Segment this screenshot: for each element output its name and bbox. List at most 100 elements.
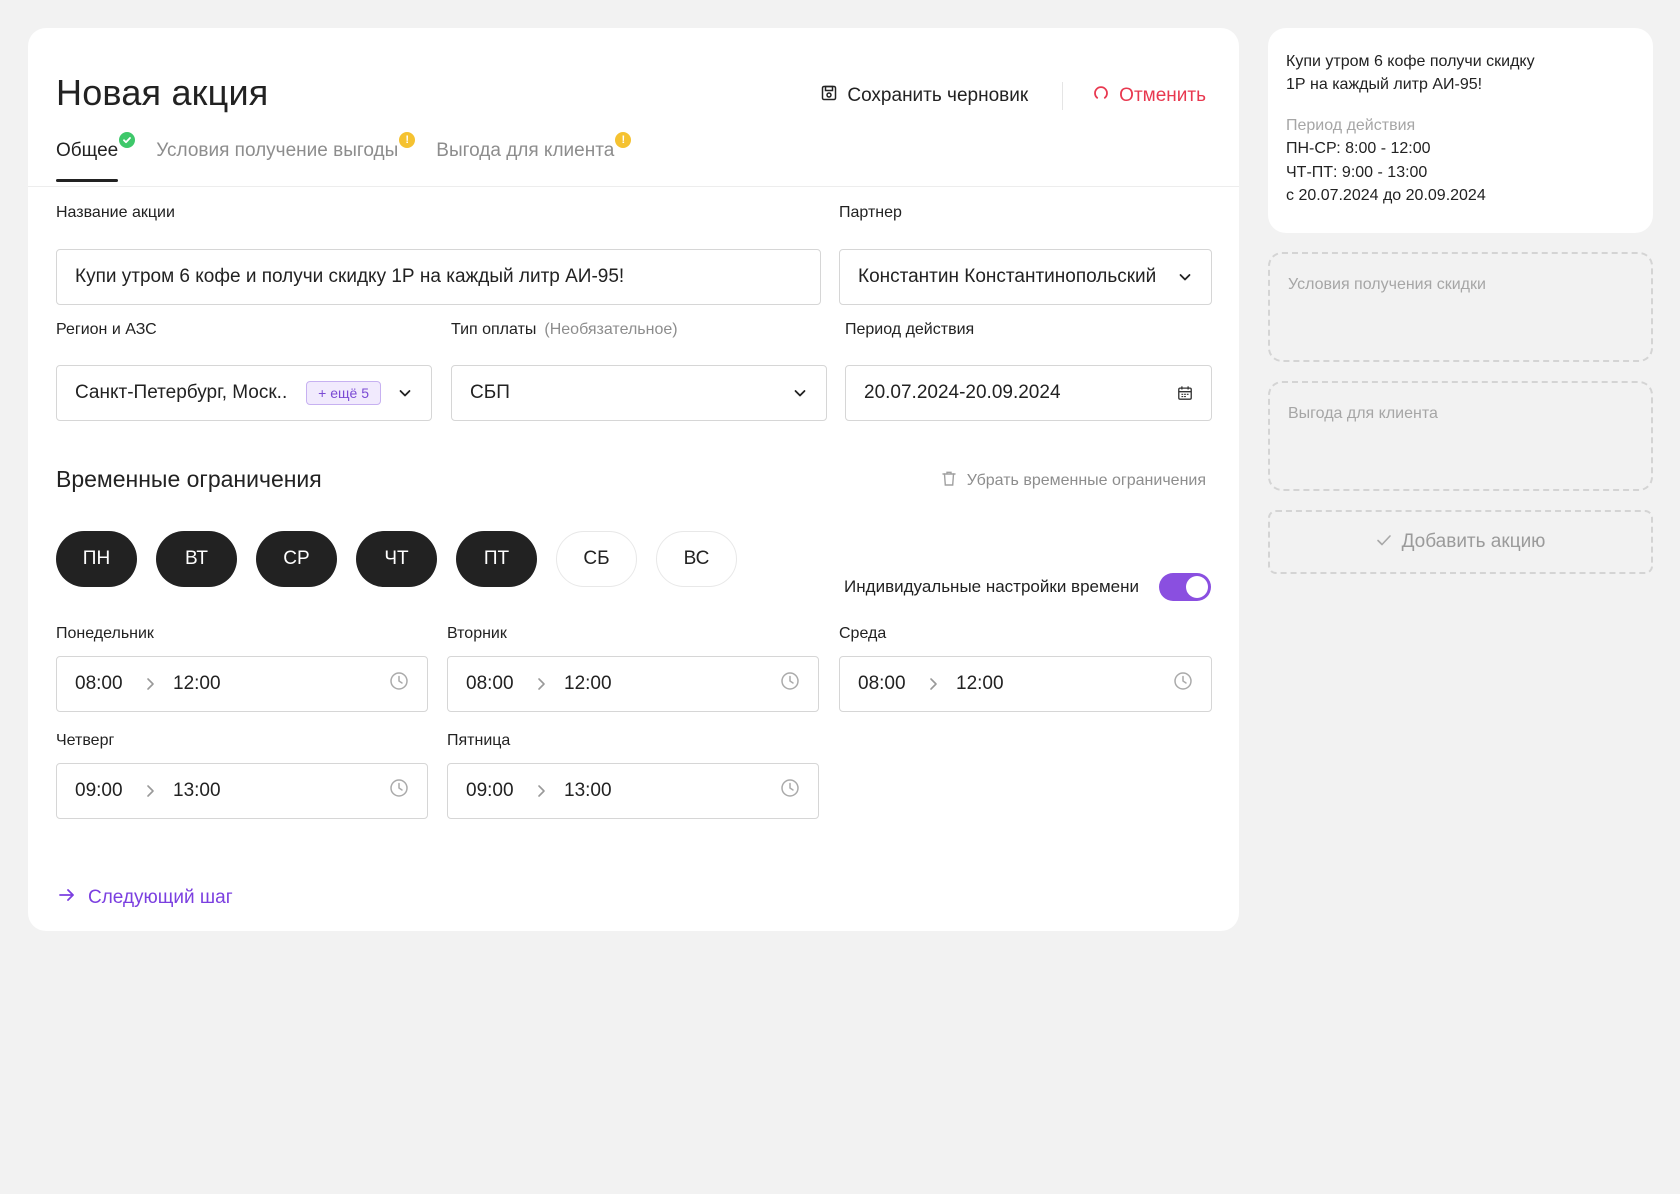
schedule-day-label: Вторник: [447, 625, 507, 642]
schedule-day-label: Понедельник: [56, 625, 154, 642]
partner-label: Партнер: [839, 204, 902, 221]
save-draft-label: Сохранить черновик: [847, 85, 1029, 106]
period-date-input[interactable]: 20.07.2024-20.09.2024: [845, 365, 1212, 421]
time-to: 12:00: [173, 673, 221, 694]
time-from: 09:00: [466, 780, 514, 801]
benefit-placeholder-label: Выгода для клиента: [1288, 405, 1438, 422]
benefit-placeholder: Выгода для клиента: [1268, 381, 1653, 491]
warning-icon: !: [399, 132, 416, 148]
partner-value: Константин Константинопольский: [858, 266, 1157, 287]
day-wednesday[interactable]: СР: [256, 531, 337, 587]
clock-icon: [389, 671, 409, 697]
tabs-divider: [28, 186, 1239, 187]
promo-summary-card: Купи утром 6 кофе получи скидку 1Р на ка…: [1268, 28, 1653, 233]
time-range-monday[interactable]: 08:00 12:00: [56, 656, 428, 712]
tab-label: Условия получение выгоды: [156, 140, 399, 161]
check-icon: [1376, 531, 1392, 553]
region-label: Регион и АЗС: [56, 321, 157, 338]
chevron-right-icon: [928, 677, 956, 691]
individual-time-toggle[interactable]: [1159, 573, 1211, 601]
floppy-icon: [821, 85, 837, 107]
region-value: Санкт-Петербург, Моск...: [75, 382, 289, 403]
chevron-right-icon: [536, 784, 564, 798]
remove-time-limits-button[interactable]: Убрать временные ограничения: [941, 470, 1206, 492]
day-tuesday[interactable]: ВТ: [156, 531, 237, 587]
region-select[interactable]: Санкт-Петербург, Моск... + ещё 5: [56, 365, 432, 421]
time-to: 12:00: [564, 673, 612, 694]
warning-icon: !: [615, 132, 632, 148]
period-label: Период действия: [845, 321, 975, 338]
remove-time-limits-label: Убрать временные ограничения: [966, 472, 1206, 489]
tab-bar: Общее Условия получение выгоды ! Выгода …: [56, 132, 632, 182]
tab-general[interactable]: Общее: [56, 132, 136, 182]
add-promo-label: Добавить акцию: [1401, 531, 1546, 552]
day-monday[interactable]: ПН: [56, 531, 137, 587]
individual-time-label: Индивидуальные настройки времени: [844, 577, 1139, 596]
period-value: 20.07.2024-20.09.2024: [864, 382, 1061, 403]
time-from: 08:00: [466, 673, 514, 694]
time-to: 12:00: [956, 673, 1004, 694]
save-draft-button[interactable]: Сохранить черновик: [821, 85, 1028, 107]
summary-line: с 20.07.2024 до 20.09.2024: [1286, 187, 1486, 204]
summary-period-label: Период действия: [1286, 117, 1416, 134]
payment-label-text: Тип оплаты: [451, 321, 537, 338]
time-from: 09:00: [75, 780, 123, 801]
clock-icon: [1173, 671, 1193, 697]
time-range-wednesday[interactable]: 08:00 12:00: [839, 656, 1212, 712]
undo-icon: [1093, 85, 1109, 107]
promo-form-card: Новая акция Сохранить черновик Отменить …: [28, 28, 1239, 931]
add-promo-button[interactable]: Добавить акцию: [1268, 510, 1653, 574]
summary-line: ПН-СР: 8:00 - 12:00: [1286, 140, 1431, 157]
check-icon: [119, 132, 136, 148]
chevron-down-icon: [397, 385, 413, 401]
day-saturday[interactable]: СБ: [556, 531, 637, 587]
chevron-down-icon: [1177, 269, 1193, 285]
arrow-right-icon: [58, 887, 76, 909]
clock-icon: [780, 778, 800, 804]
time-to: 13:00: [173, 780, 221, 801]
calendar-icon[interactable]: [1177, 385, 1193, 401]
tab-label: Выгода для клиента: [436, 140, 615, 161]
payment-type-select[interactable]: СБП: [451, 365, 827, 421]
promo-name-input[interactable]: Купи утром 6 кофе и получи скидку 1Р на …: [56, 249, 821, 305]
payment-label: Тип оплаты (Необязательное): [451, 321, 678, 339]
summary-line: ЧТ-ПТ: 9:00 - 13:00: [1286, 163, 1428, 181]
summary-title-line: Купи утром 6 кофе получи скидку: [1286, 53, 1535, 70]
individual-time-setting: Индивидуальные настройки времени: [844, 573, 1211, 601]
weekday-selector: ПН ВТ СР ЧТ ПТ СБ ВС: [56, 531, 737, 587]
next-step-label: Следующий шаг: [88, 887, 233, 908]
time-range-thursday[interactable]: 09:00 13:00: [56, 763, 428, 819]
time-from: 08:00: [75, 673, 123, 694]
chevron-right-icon: [145, 677, 173, 691]
chevron-down-icon: [792, 385, 808, 401]
tab-conditions[interactable]: Условия получение выгоды !: [156, 132, 416, 182]
day-friday[interactable]: ПТ: [456, 531, 537, 587]
partner-select[interactable]: Константин Константинопольский: [839, 249, 1212, 305]
conditions-placeholder: Условия получения скидки: [1268, 252, 1653, 362]
time-from: 08:00: [858, 673, 906, 694]
next-step-link[interactable]: Следующий шаг: [58, 887, 233, 909]
toggle-knob: [1186, 576, 1208, 598]
name-label: Название акции: [56, 204, 175, 221]
optional-hint: (Необязательное): [544, 321, 678, 338]
chevron-right-icon: [145, 784, 173, 798]
time-limits-title: Временные ограничения: [56, 466, 322, 492]
more-regions-tag[interactable]: + ещё 5: [306, 381, 381, 405]
tab-label: Общее: [56, 140, 119, 161]
cancel-label: Отменить: [1119, 85, 1206, 106]
cancel-button[interactable]: Отменить: [1093, 85, 1206, 107]
payment-value: СБП: [470, 382, 510, 403]
schedule-day-label: Пятница: [447, 732, 511, 749]
conditions-placeholder-label: Условия получения скидки: [1288, 276, 1486, 293]
clock-icon: [780, 671, 800, 697]
header-actions: Сохранить черновик Отменить: [821, 82, 1206, 110]
summary-title-line: 1Р на каждый литр АИ-95!: [1286, 76, 1483, 93]
promo-name-value: Купи утром 6 кофе и получи скидку 1Р на …: [75, 266, 625, 287]
time-range-friday[interactable]: 09:00 13:00: [447, 763, 819, 819]
header-divider: [1062, 82, 1064, 110]
day-thursday[interactable]: ЧТ: [356, 531, 437, 587]
clock-icon: [389, 778, 409, 804]
day-sunday[interactable]: ВС: [656, 531, 737, 587]
time-range-tuesday[interactable]: 08:00 12:00: [447, 656, 819, 712]
tab-client-benefit[interactable]: Выгода для клиента !: [436, 132, 632, 182]
